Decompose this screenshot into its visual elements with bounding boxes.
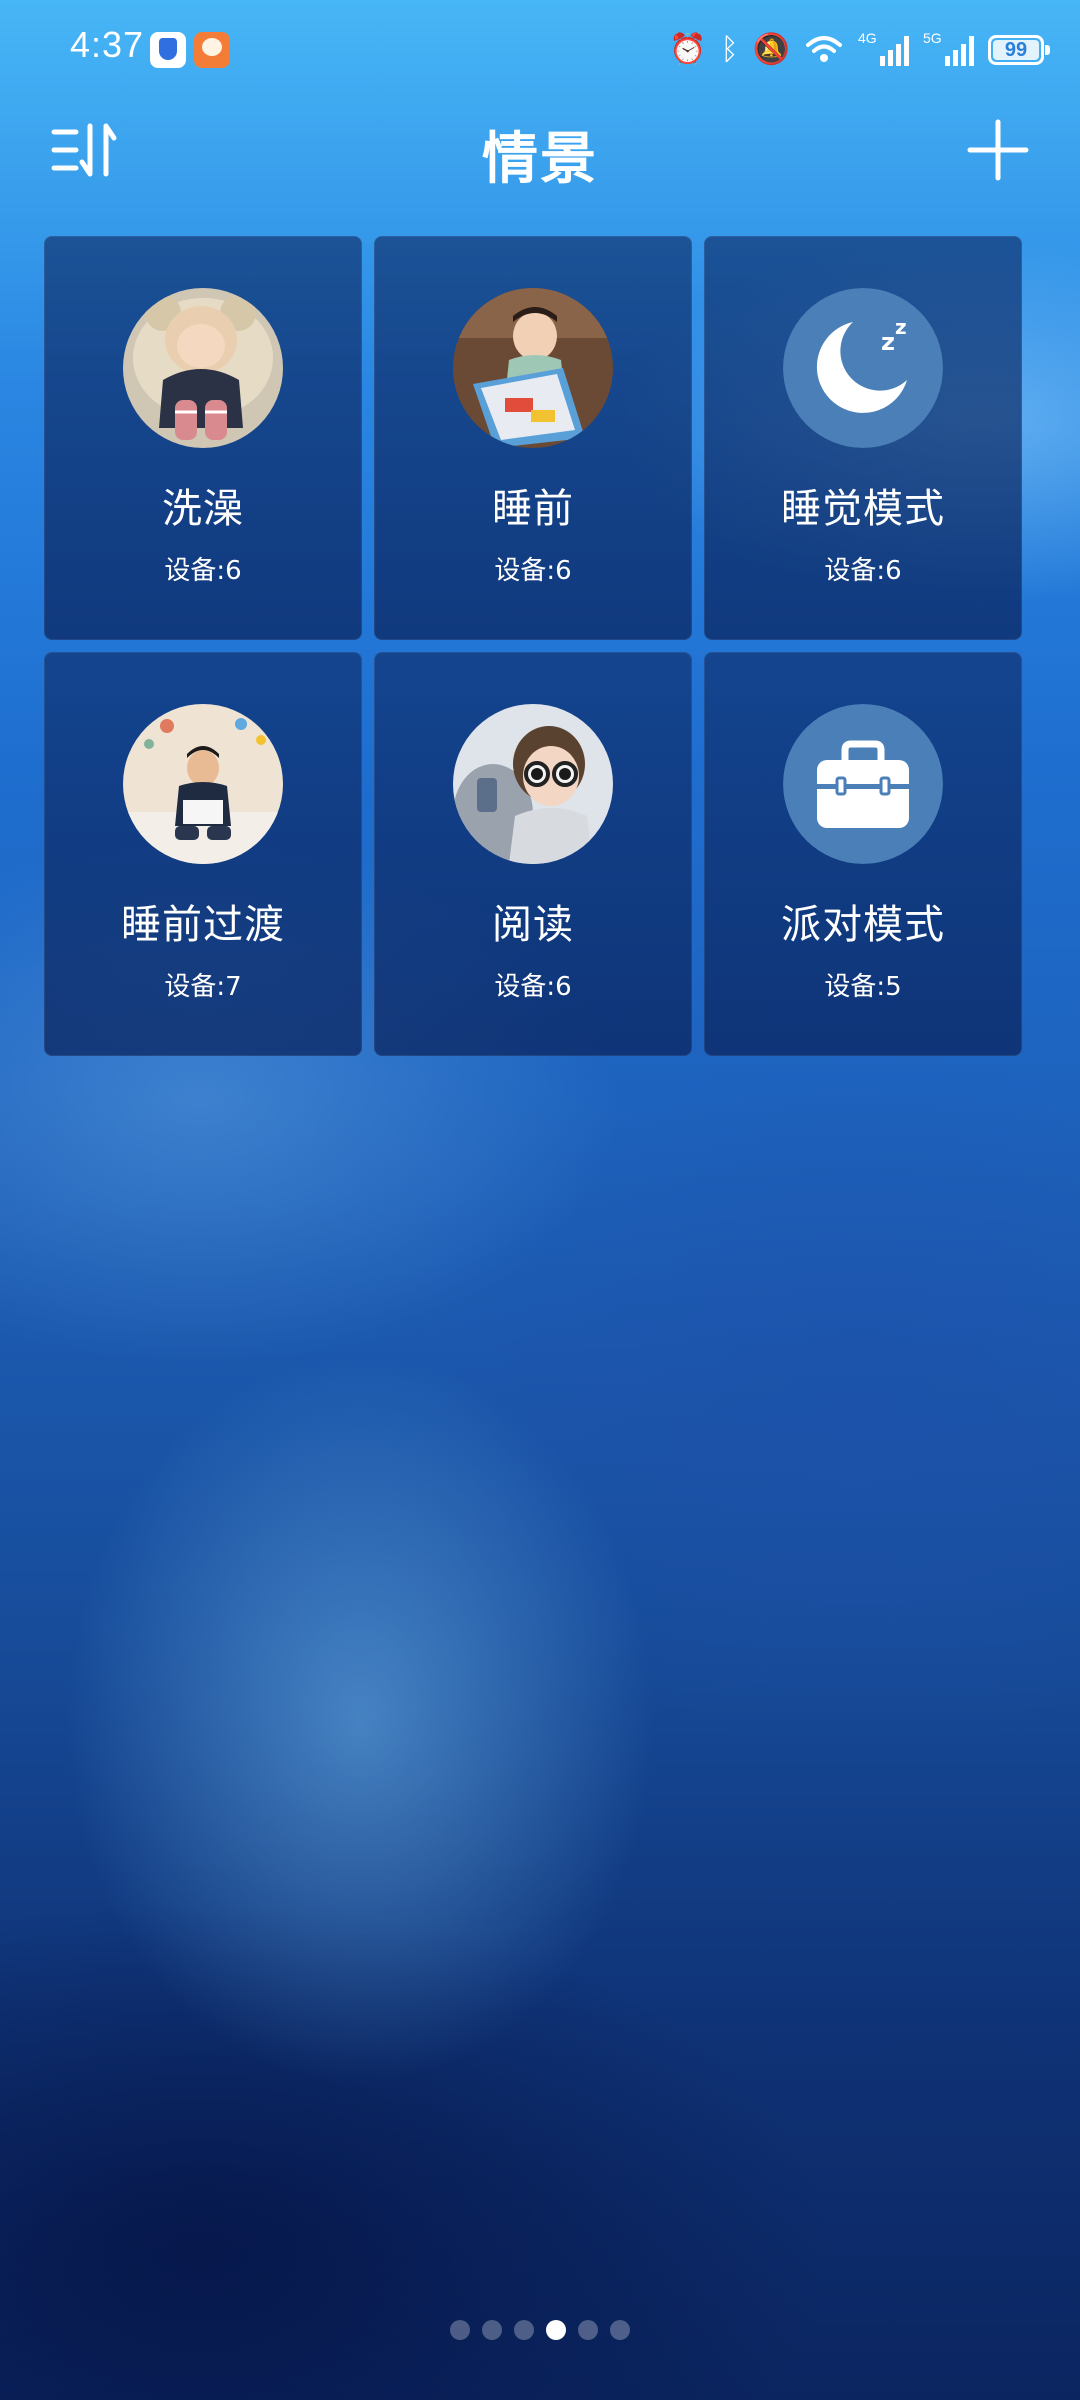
page-dot[interactable] — [578, 2320, 598, 2340]
silent-bell-icon: 🔕 — [752, 33, 790, 66]
svg-text:z: z — [881, 328, 895, 356]
scene-device-count: 设备:5 — [824, 972, 902, 1002]
scene-icon — [783, 704, 943, 864]
page-dot-active[interactable] — [546, 2320, 566, 2340]
scene-name: 睡前过渡 — [121, 902, 285, 948]
scene-photo — [453, 704, 613, 864]
scene-card-bedtime-transition[interactable]: 睡前过渡 设备:7 — [44, 652, 362, 1056]
scene-card-bath[interactable]: 洗澡 设备:6 — [44, 236, 362, 640]
page-indicator[interactable] — [0, 2320, 1080, 2340]
scene-card-sleep-mode[interactable]: z z 睡觉模式 设备:6 — [704, 236, 1022, 640]
page-dot[interactable] — [610, 2320, 630, 2340]
scene-card-party-mode[interactable]: 派对模式 设备:5 — [704, 652, 1022, 1056]
briefcase-icon — [783, 704, 943, 864]
scene-device-count: 设备:6 — [824, 556, 902, 586]
scene-card-before-sleep[interactable]: 睡前 设备:6 — [374, 236, 692, 640]
scene-photo — [123, 704, 283, 864]
scene-photo — [453, 288, 613, 448]
scene-device-count: 设备:7 — [164, 972, 242, 1002]
page-dot[interactable] — [450, 2320, 470, 2340]
svg-text:z: z — [895, 315, 907, 339]
signal-strength-5g-icon: 5G — [923, 30, 974, 66]
signal-strength-4g-icon: 4G — [858, 30, 909, 66]
app-header: 情景 — [0, 100, 1080, 200]
scene-icon: z z — [783, 288, 943, 448]
status-indicators: ⏰ ᛒ 🔕 4G 5G 99 — [669, 26, 1052, 74]
battery-level: 99 — [1004, 39, 1028, 61]
scene-card-reading[interactable]: 阅读 设备:6 — [374, 652, 692, 1056]
add-scene-button[interactable] — [966, 118, 1030, 182]
alarm-icon: ⏰ — [669, 33, 707, 66]
scene-device-count: 设备:6 — [494, 556, 572, 586]
scene-name: 派对模式 — [781, 902, 945, 948]
page-dot[interactable] — [482, 2320, 502, 2340]
scene-name: 睡觉模式 — [781, 486, 945, 532]
status-time: 4:37 — [70, 24, 145, 65]
battery-icon: 99 — [988, 35, 1050, 65]
scene-name: 阅读 — [492, 902, 574, 948]
plus-icon — [967, 119, 1029, 181]
status-bar: 4:37 ⏰ ᛒ 🔕 4G 5G 99 — [0, 0, 1080, 100]
scene-device-count: 设备:6 — [494, 972, 572, 1002]
moon-zzz-icon: z z — [783, 288, 943, 448]
page-title: 情景 — [482, 127, 598, 192]
bluetooth-icon: ᛒ — [720, 33, 739, 66]
wifi-icon — [806, 36, 842, 62]
photo-baby-bear-hat — [123, 288, 283, 448]
photo-child-with-book — [453, 288, 613, 448]
network-type-label: 4G — [858, 30, 877, 46]
network-type-label: 5G — [923, 30, 942, 46]
scene-name: 睡前 — [492, 486, 574, 532]
photo-child-sunglasses — [453, 704, 613, 864]
security-app-icon — [150, 32, 186, 68]
cat-app-icon — [194, 32, 230, 68]
photo-child-reading-on-bed — [123, 704, 283, 864]
scene-name: 洗澡 — [162, 486, 244, 532]
scene-photo — [123, 288, 283, 448]
page-dot[interactable] — [514, 2320, 534, 2340]
scene-grid: 洗澡 设备:6 睡前 设备:6 z z 睡觉模式 设备:6 睡前过渡 设备:7 … — [44, 236, 1024, 1056]
scene-device-count: 设备:6 — [164, 556, 242, 586]
